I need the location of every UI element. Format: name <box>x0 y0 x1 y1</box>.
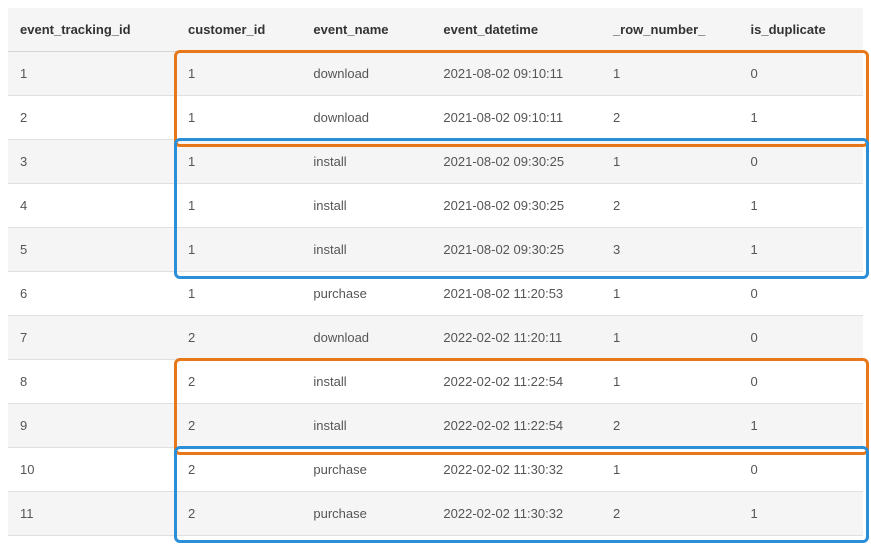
cell-customer-id: 2 <box>176 492 301 536</box>
header-row: event_tracking_id customer_id event_name… <box>8 8 863 52</box>
cell-is-duplicate: 1 <box>739 228 863 272</box>
cell-event-name: install <box>301 404 431 448</box>
table-row: 11download2021-08-02 09:10:1110 <box>8 52 863 96</box>
cell-row-number: 1 <box>601 52 739 96</box>
cell-event-tracking-id: 6 <box>8 272 176 316</box>
cell-event-datetime: 2022-02-02 11:22:54 <box>431 360 601 404</box>
table-row: 82install2022-02-02 11:22:5410 <box>8 360 863 404</box>
header-is-duplicate: is_duplicate <box>739 8 863 52</box>
data-table: event_tracking_id customer_id event_name… <box>8 8 863 536</box>
cell-event-tracking-id: 11 <box>8 492 176 536</box>
table-row: 51install2021-08-02 09:30:2531 <box>8 228 863 272</box>
cell-event-datetime: 2022-02-02 11:20:11 <box>431 316 601 360</box>
cell-row-number: 1 <box>601 360 739 404</box>
cell-row-number: 2 <box>601 404 739 448</box>
header-event-name: event_name <box>301 8 431 52</box>
cell-event-name: install <box>301 184 431 228</box>
cell-row-number: 2 <box>601 96 739 140</box>
table-row: 41install2021-08-02 09:30:2521 <box>8 184 863 228</box>
cell-customer-id: 1 <box>176 52 301 96</box>
cell-is-duplicate: 0 <box>739 52 863 96</box>
cell-event-datetime: 2021-08-02 09:30:25 <box>431 228 601 272</box>
cell-event-tracking-id: 4 <box>8 184 176 228</box>
cell-customer-id: 2 <box>176 404 301 448</box>
table-row: 72download2022-02-02 11:20:1110 <box>8 316 863 360</box>
cell-is-duplicate: 1 <box>739 96 863 140</box>
cell-event-tracking-id: 9 <box>8 404 176 448</box>
cell-row-number: 1 <box>601 448 739 492</box>
cell-event-tracking-id: 10 <box>8 448 176 492</box>
cell-event-name: download <box>301 52 431 96</box>
cell-event-name: install <box>301 228 431 272</box>
cell-event-name: purchase <box>301 272 431 316</box>
table-row: 112purchase2022-02-02 11:30:3221 <box>8 492 863 536</box>
table-row: 92install2022-02-02 11:22:5421 <box>8 404 863 448</box>
cell-event-datetime: 2022-02-02 11:30:32 <box>431 492 601 536</box>
cell-is-duplicate: 1 <box>739 184 863 228</box>
cell-event-tracking-id: 2 <box>8 96 176 140</box>
cell-row-number: 2 <box>601 492 739 536</box>
cell-is-duplicate: 0 <box>739 272 863 316</box>
cell-event-datetime: 2022-02-02 11:22:54 <box>431 404 601 448</box>
header-row-number: _row_number_ <box>601 8 739 52</box>
cell-event-name: install <box>301 140 431 184</box>
cell-customer-id: 2 <box>176 448 301 492</box>
cell-is-duplicate: 1 <box>739 492 863 536</box>
cell-customer-id: 2 <box>176 360 301 404</box>
cell-row-number: 1 <box>601 140 739 184</box>
header-customer-id: customer_id <box>176 8 301 52</box>
cell-event-tracking-id: 7 <box>8 316 176 360</box>
table-row: 31install2021-08-02 09:30:2510 <box>8 140 863 184</box>
cell-customer-id: 1 <box>176 184 301 228</box>
cell-row-number: 2 <box>601 184 739 228</box>
header-event-datetime: event_datetime <box>431 8 601 52</box>
cell-is-duplicate: 0 <box>739 360 863 404</box>
cell-event-datetime: 2021-08-02 09:30:25 <box>431 140 601 184</box>
cell-row-number: 3 <box>601 228 739 272</box>
cell-customer-id: 1 <box>176 272 301 316</box>
cell-event-datetime: 2021-08-02 09:10:11 <box>431 52 601 96</box>
cell-event-name: download <box>301 316 431 360</box>
cell-is-duplicate: 0 <box>739 448 863 492</box>
cell-event-datetime: 2022-02-02 11:30:32 <box>431 448 601 492</box>
cell-event-tracking-id: 1 <box>8 52 176 96</box>
cell-event-datetime: 2021-08-02 09:30:25 <box>431 184 601 228</box>
cell-event-name: purchase <box>301 492 431 536</box>
cell-customer-id: 2 <box>176 316 301 360</box>
cell-row-number: 1 <box>601 272 739 316</box>
cell-event-name: download <box>301 96 431 140</box>
header-event-tracking-id: event_tracking_id <box>8 8 176 52</box>
table-row: 102purchase2022-02-02 11:30:3210 <box>8 448 863 492</box>
cell-event-datetime: 2021-08-02 11:20:53 <box>431 272 601 316</box>
cell-event-tracking-id: 8 <box>8 360 176 404</box>
cell-event-name: purchase <box>301 448 431 492</box>
cell-event-tracking-id: 3 <box>8 140 176 184</box>
table-row: 21download2021-08-02 09:10:1121 <box>8 96 863 140</box>
cell-customer-id: 1 <box>176 96 301 140</box>
cell-event-datetime: 2021-08-02 09:10:11 <box>431 96 601 140</box>
cell-row-number: 1 <box>601 316 739 360</box>
cell-customer-id: 1 <box>176 228 301 272</box>
cell-event-name: install <box>301 360 431 404</box>
cell-is-duplicate: 0 <box>739 316 863 360</box>
cell-customer-id: 1 <box>176 140 301 184</box>
table-row: 61purchase2021-08-02 11:20:5310 <box>8 272 863 316</box>
cell-event-tracking-id: 5 <box>8 228 176 272</box>
cell-is-duplicate: 1 <box>739 404 863 448</box>
cell-is-duplicate: 0 <box>739 140 863 184</box>
